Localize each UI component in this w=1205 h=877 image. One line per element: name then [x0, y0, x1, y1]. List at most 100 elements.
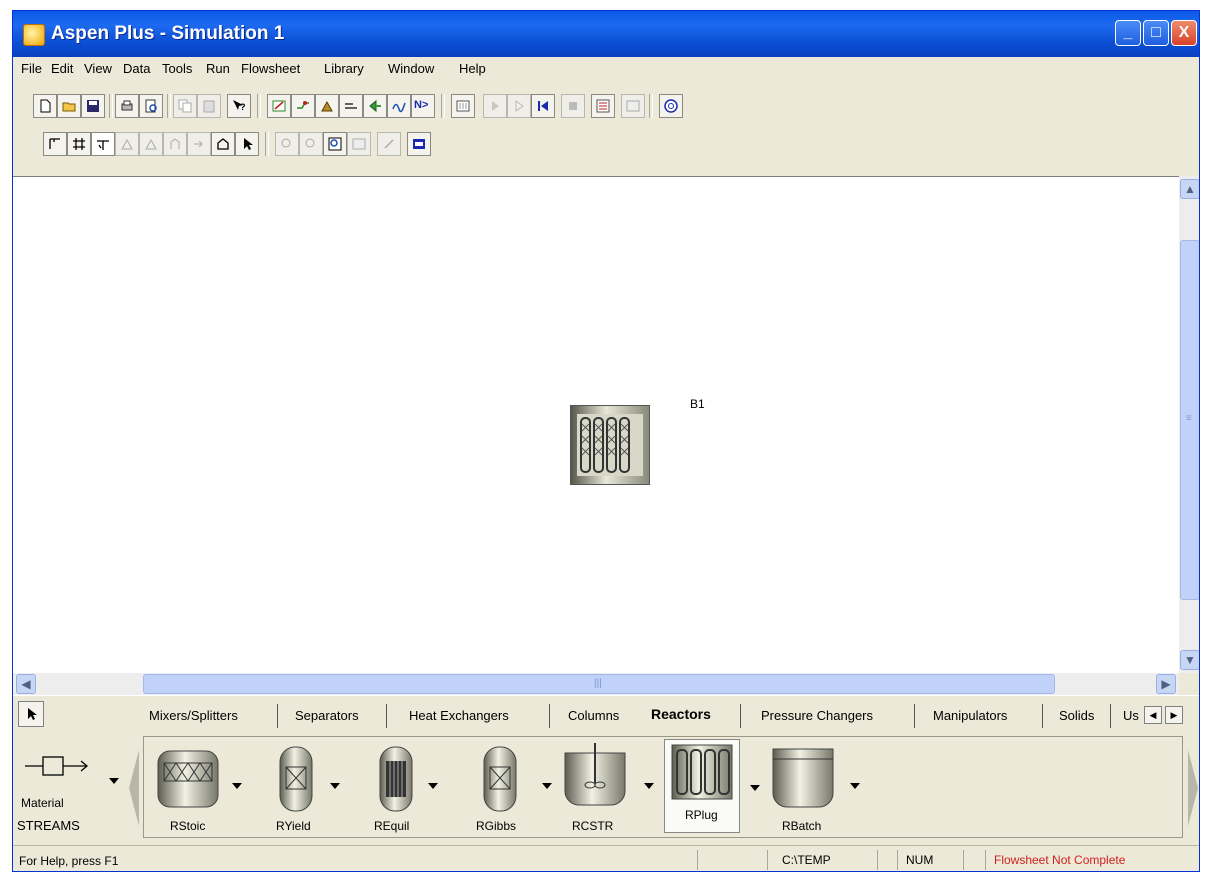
tab-scroll-left-button[interactable]: ◀ [1144, 706, 1162, 724]
tab-heat-exchangers[interactable]: Heat Exchangers [409, 708, 509, 723]
menu-flowsheet[interactable]: Flowsheet [241, 61, 300, 76]
stream-results-button[interactable] [291, 94, 315, 118]
reset-button[interactable] [531, 94, 555, 118]
palette-scroll-left-icon[interactable] [128, 750, 140, 826]
model-ryield[interactable]: RYield [256, 741, 346, 835]
scroll-left-button[interactable]: ◀ [16, 674, 36, 694]
scroll-up-button[interactable]: ▲ [1180, 179, 1199, 199]
tab-mixers-splitters[interactable]: Mixers/Splitters [149, 708, 238, 723]
menu-window[interactable]: Window [388, 61, 434, 76]
streams-dropdown-arrow-icon[interactable] [109, 778, 119, 784]
open-button[interactable] [57, 94, 81, 118]
place-block-button[interactable] [115, 132, 139, 156]
zoom-out-button[interactable] [299, 132, 323, 156]
calculator-button[interactable] [659, 94, 683, 118]
print-button[interactable] [115, 94, 139, 118]
data-browser-button[interactable] [267, 94, 291, 118]
rstoic-dropdown-arrow-icon[interactable] [232, 783, 242, 789]
annotation-button[interactable] [377, 132, 401, 156]
stream-button[interactable] [339, 94, 363, 118]
rplug-block-b1[interactable] [570, 405, 650, 485]
wave-button[interactable] [387, 94, 411, 118]
menu-bar: File Edit View Data Tools Run Flowsheet … [13, 57, 1199, 81]
aspen-app-icon[interactable] [23, 24, 45, 46]
tab-reactors[interactable]: Reactors [651, 706, 711, 722]
maximize-button[interactable]: □ [1143, 20, 1169, 46]
scroll-right-button[interactable]: ▶ [1156, 674, 1176, 694]
tab-user-models[interactable]: Us [1123, 708, 1139, 723]
requil-dropdown-arrow-icon[interactable] [428, 783, 438, 789]
model-rstoic[interactable]: RStoic [150, 741, 250, 835]
scroll-down-button[interactable]: ▼ [1180, 650, 1199, 670]
open-icon [62, 102, 76, 112]
step-button[interactable] [507, 94, 531, 118]
flowsheet-canvas[interactable]: B1 [13, 176, 1179, 674]
menu-edit[interactable]: Edit [51, 61, 73, 76]
maximize-icon: □ [1151, 24, 1161, 41]
place-block-3-button[interactable] [163, 132, 187, 156]
flowsheet-section-button[interactable] [43, 132, 67, 156]
place-block-2-button[interactable] [139, 132, 163, 156]
tab-manipulators[interactable]: Manipulators [933, 708, 1007, 723]
stop-button[interactable] [561, 94, 585, 118]
view-section-button[interactable] [347, 132, 371, 156]
save-button[interactable] [81, 94, 105, 118]
tab-separators[interactable]: Separators [295, 708, 359, 723]
tab-solids[interactable]: Solids [1059, 708, 1094, 723]
tab-separator [914, 704, 915, 728]
menu-tools[interactable]: Tools [162, 61, 192, 76]
model-library-button[interactable] [363, 94, 387, 118]
title-bar[interactable]: Aspen Plus - Simulation 1 _ □ X [13, 11, 1199, 57]
ryield-dropdown-arrow-icon[interactable] [330, 783, 340, 789]
material-stream-selector[interactable]: Material STREAMS [17, 738, 119, 838]
align-button[interactable] [91, 132, 115, 156]
print-flowsheet-button[interactable] [211, 132, 235, 156]
whats-this-help-button[interactable]: ? [227, 94, 251, 118]
global-data-button[interactable] [407, 132, 431, 156]
palette-scroll-right-icon[interactable] [1187, 750, 1199, 826]
results-summary-button[interactable] [591, 94, 615, 118]
model-rplug[interactable]: RPlug [664, 739, 740, 833]
rgibbs-dropdown-arrow-icon[interactable] [542, 783, 552, 789]
model-rbatch[interactable]: RBatch [766, 741, 866, 835]
next-button[interactable]: N> [411, 94, 435, 118]
minimize-button[interactable]: _ [1115, 20, 1141, 46]
copy-button[interactable] [173, 94, 197, 118]
block-label-b1[interactable]: B1 [690, 397, 705, 411]
menu-file[interactable]: File [21, 61, 42, 76]
model-rcstr[interactable]: RCSTR [554, 741, 654, 835]
tab-columns[interactable]: Columns [568, 708, 619, 723]
ryield-reactor-icon [279, 746, 313, 812]
control-panel-button[interactable] [451, 94, 475, 118]
flowsheet-button[interactable] [315, 94, 339, 118]
pointer-button[interactable] [235, 132, 259, 156]
print-preview-button[interactable] [139, 94, 163, 118]
model-rgibbs[interactable]: RGibbs [450, 741, 552, 835]
paste-button[interactable] [197, 94, 221, 118]
export-button[interactable] [187, 132, 211, 156]
run-button[interactable] [483, 94, 507, 118]
tab-pressure-changers[interactable]: Pressure Changers [761, 708, 873, 723]
menu-run[interactable]: Run [206, 61, 230, 76]
vertical-scrollbar[interactable]: ▲ ≡ ▼ [1179, 176, 1199, 673]
rbatch-dropdown-arrow-icon[interactable] [850, 783, 860, 789]
select-mode-button[interactable] [18, 701, 44, 727]
check-results-button[interactable] [621, 94, 645, 118]
menu-data[interactable]: Data [123, 61, 150, 76]
menu-help[interactable]: Help [459, 61, 486, 76]
menu-view[interactable]: View [84, 61, 112, 76]
rplug-label: RPlug [685, 808, 718, 822]
zoom-full-button[interactable] [323, 132, 347, 156]
rcstr-dropdown-arrow-icon[interactable] [644, 783, 654, 789]
vertical-scroll-thumb[interactable]: ≡ [1180, 240, 1199, 600]
horizontal-scroll-thumb[interactable]: ||| [143, 674, 1055, 694]
menu-library[interactable]: Library [324, 61, 364, 76]
close-button[interactable]: X [1171, 20, 1197, 46]
horizontal-scrollbar[interactable]: ◀ ||| ▶ [13, 673, 1179, 695]
model-requil[interactable]: REquil [354, 741, 444, 835]
rplug-dropdown-arrow-icon[interactable] [750, 785, 760, 791]
grid-button[interactable] [67, 132, 91, 156]
zoom-in-button[interactable] [275, 132, 299, 156]
tab-scroll-right-button[interactable]: ▶ [1165, 706, 1183, 724]
new-button[interactable] [33, 94, 57, 118]
